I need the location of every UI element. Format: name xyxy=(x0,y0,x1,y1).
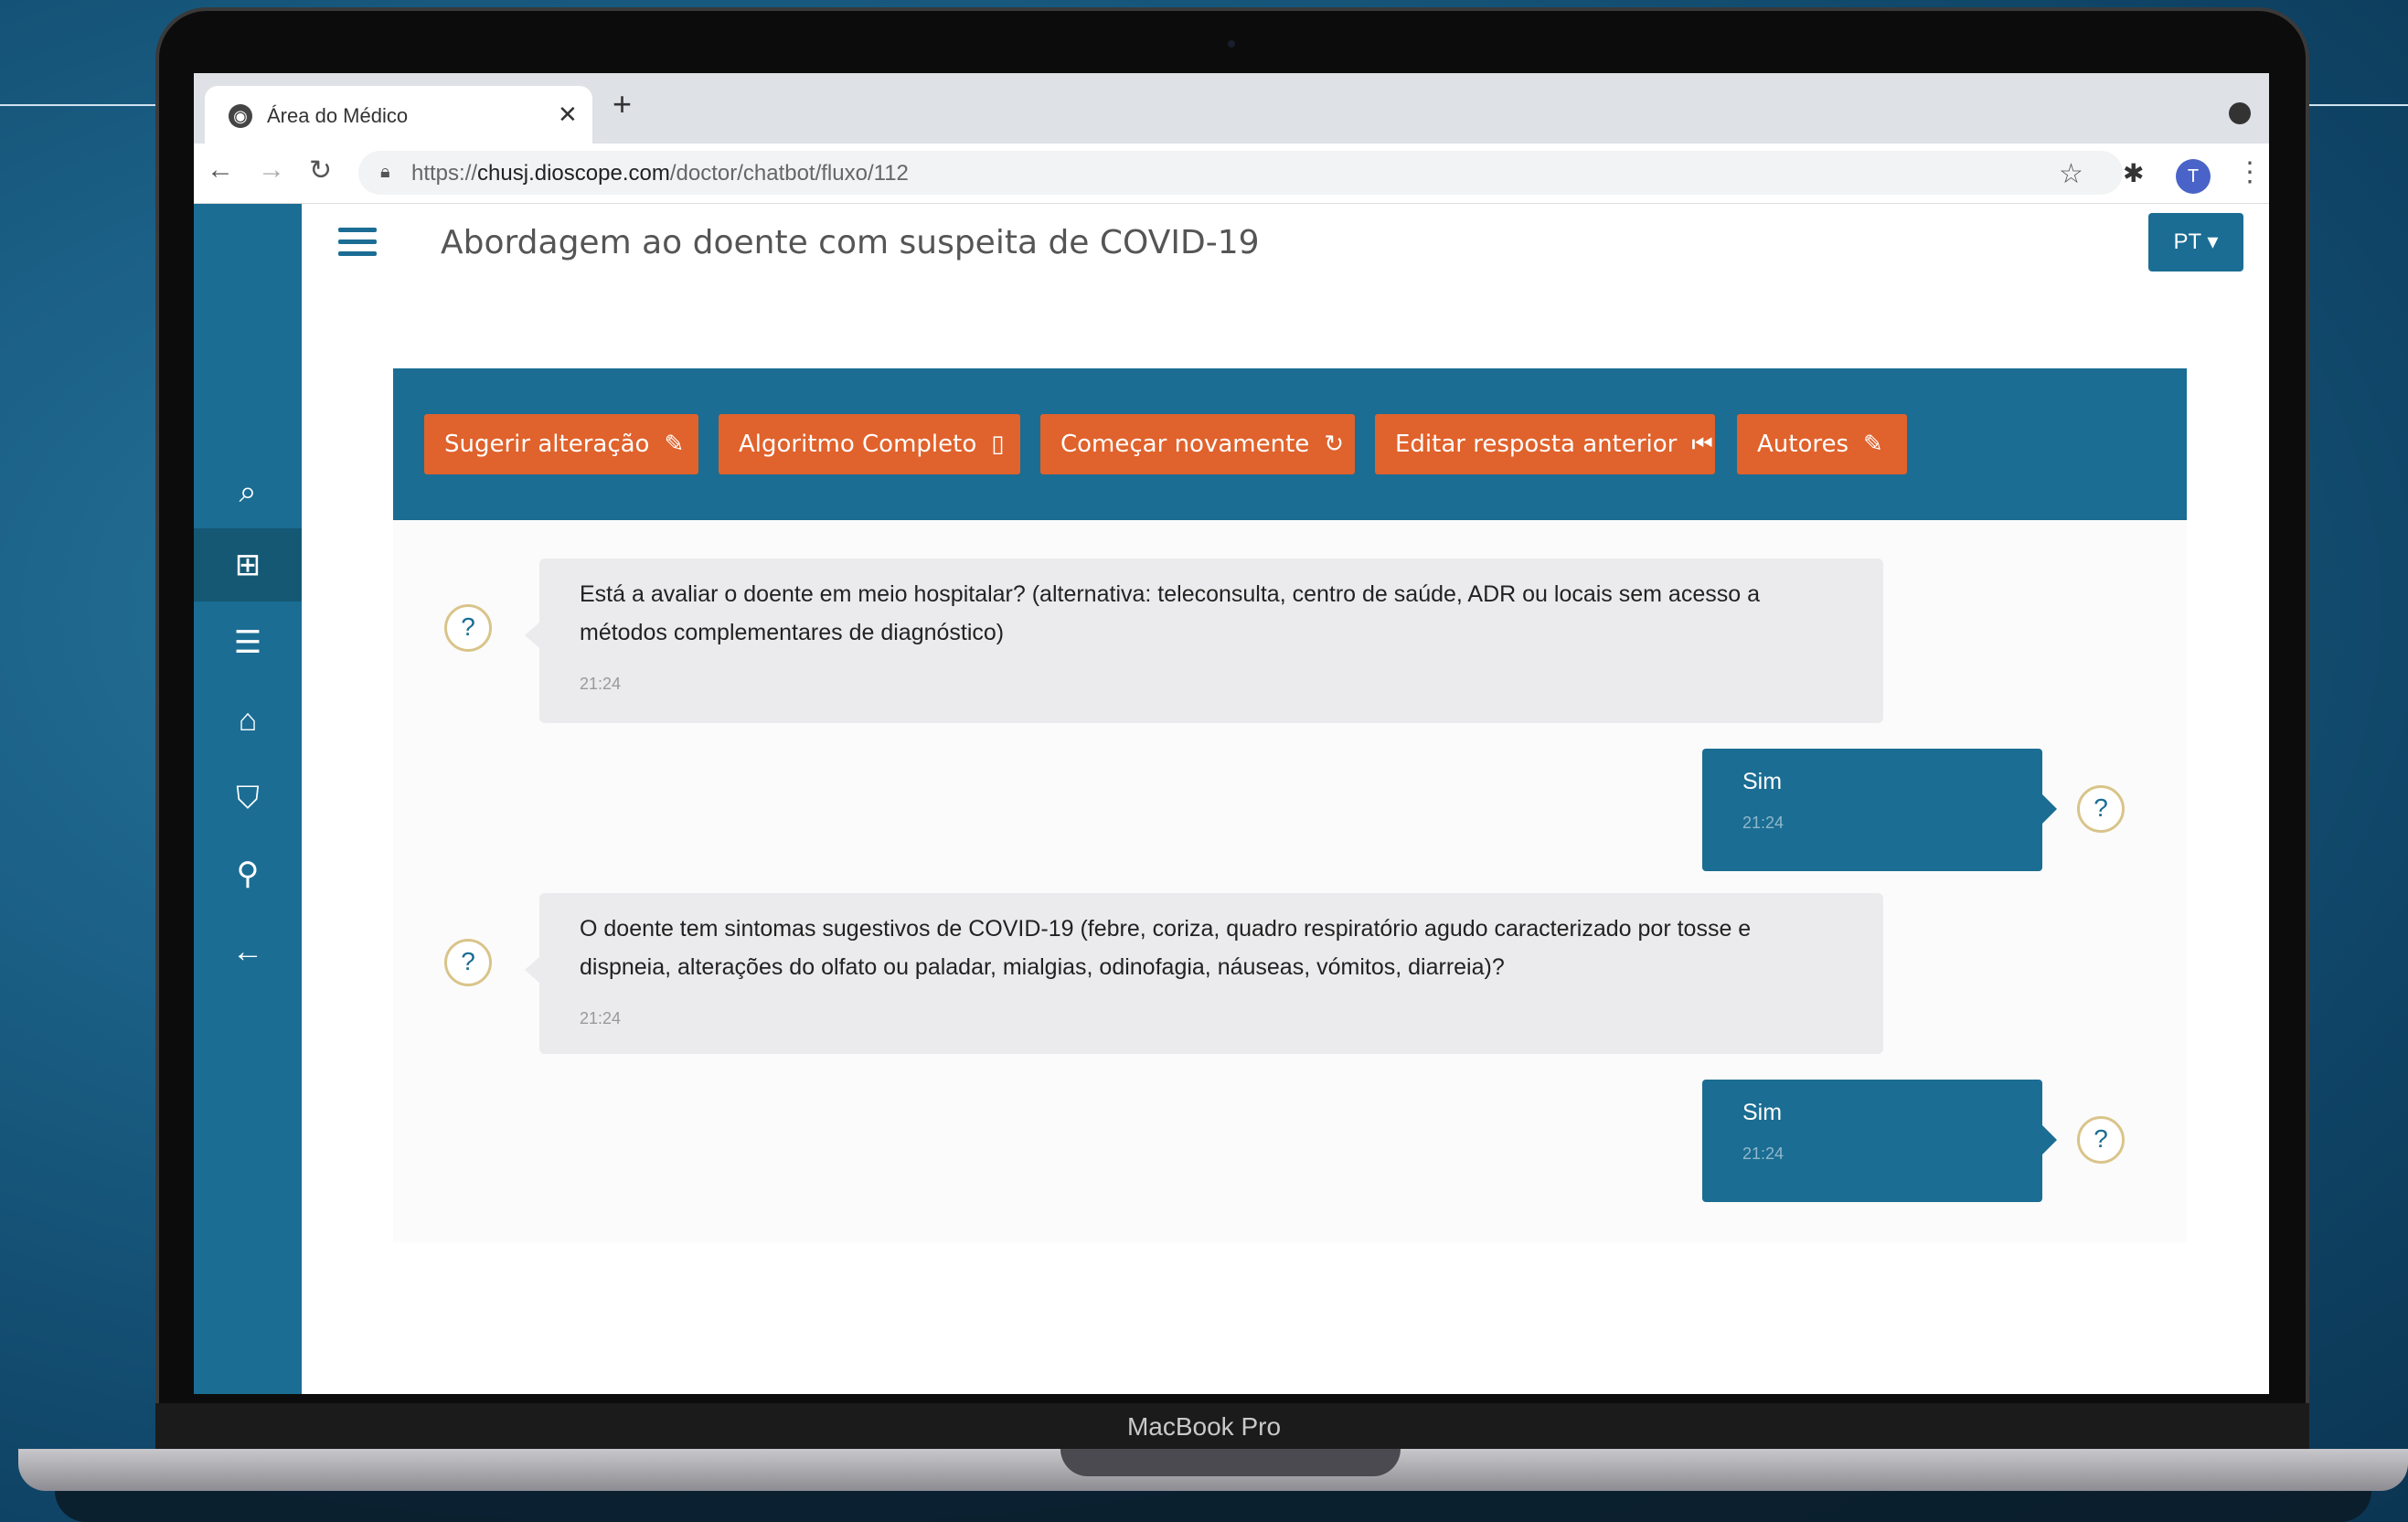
forward-icon[interactable]: → xyxy=(258,154,285,186)
list-icon[interactable]: ☰ xyxy=(194,606,302,679)
bot-message: Está a avaliar o doente em meio hospital… xyxy=(525,559,1883,723)
close-tab-icon[interactable]: ✕ xyxy=(558,101,578,129)
user-message: Sim 21:24 xyxy=(1702,1080,2057,1202)
suggest-change-button[interactable]: Sugerir alteração ✎ xyxy=(424,414,698,474)
profile-avatar[interactable]: T xyxy=(2176,159,2211,194)
full-algorithm-button[interactable]: Algoritmo Completo ▯ xyxy=(719,414,1020,474)
message-text: Está a avaliar o doente em meio hospital… xyxy=(580,581,1760,645)
address-bar[interactable]: 🔒︎ https://chusj.dioscope.com/doctor/cha… xyxy=(358,151,2123,195)
user-message: Sim 21:24 xyxy=(1702,749,2057,871)
redo-icon: ↻ xyxy=(1324,431,1345,458)
bot-avatar-icon: ? xyxy=(444,604,492,652)
authors-label: Autores xyxy=(1757,431,1849,458)
message-time: 21:24 xyxy=(580,675,622,693)
edit-previous-label: Editar resposta anterior xyxy=(1395,431,1678,458)
page-title: Abordagem ao doente com suspeita de COVI… xyxy=(441,224,1260,261)
user-avatar-icon: ? xyxy=(2077,1116,2125,1164)
device-label: MacBook Pro xyxy=(1126,1412,1282,1441)
tab-title: Área do Médico xyxy=(267,104,409,127)
lock-icon: 🔒︎ xyxy=(380,162,390,182)
browser-tab-bar: ◉ Área do Médico ✕ + xyxy=(194,73,2269,144)
sitemap-icon[interactable]: ⊞ xyxy=(194,528,302,601)
message-text: O doente tem sintomas sugestivos de COVI… xyxy=(580,916,1752,980)
laptop-hinge xyxy=(1060,1449,1401,1476)
search-icon[interactable]: ⌕ xyxy=(194,455,302,528)
bot-avatar-icon: ? xyxy=(444,939,492,986)
new-tab-button[interactable]: + xyxy=(613,88,632,121)
restart-button[interactable]: Começar novamente ↻ xyxy=(1040,414,1355,474)
hamburger-menu-icon[interactable] xyxy=(338,228,377,263)
message-time: 21:24 xyxy=(1742,1144,1785,1163)
pdf-file-icon: ▯ xyxy=(991,431,1005,458)
app: ⌕ ⊞ ☰ ⌂ ⛉ ⚲ ← Abordagem ao doente com su… xyxy=(194,204,2269,1394)
message-time: 21:24 xyxy=(1742,814,1785,832)
webcam xyxy=(1228,40,1235,48)
user-avatar-icon: ? xyxy=(2077,785,2125,833)
background-line-left xyxy=(0,104,165,106)
sidebar: ⌕ ⊞ ☰ ⌂ ⛉ ⚲ ← xyxy=(194,204,302,1394)
message-text: Sim xyxy=(1742,769,1783,794)
action-bar: Sugerir alteração ✎ Algoritmo Completo ▯ C… xyxy=(393,368,2187,520)
restart-label: Começar novamente xyxy=(1060,431,1310,458)
browser-menu-icon[interactable]: ⋮ xyxy=(2236,156,2264,188)
bot-message: O doente tem sintomas sugestivos de COVI… xyxy=(525,893,1883,1054)
screen: ◉ Área do Médico ✕ + ← → ↻ 🔒︎ https://ch… xyxy=(194,73,2269,1394)
back-icon[interactable]: ← xyxy=(207,154,234,186)
chrome-options-icon[interactable] xyxy=(2229,102,2251,124)
language-dropdown[interactable]: PT ▾ xyxy=(2148,213,2243,271)
laptop-shadow xyxy=(55,1491,2371,1522)
chat-area: ? Está a avaliar o doente em meio hospit… xyxy=(393,520,2187,1242)
pin-icon[interactable]: ⚲ xyxy=(194,837,302,910)
browser-toolbar: ← → ↻ 🔒︎ https://chusj.dioscope.com/doct… xyxy=(194,144,2269,204)
url-text: https://chusj.dioscope.com/doctor/chatbo… xyxy=(411,161,909,186)
bookmark-star-icon[interactable]: ☆ xyxy=(2059,158,2083,190)
graduation-cap-icon[interactable]: ⛉ xyxy=(194,761,302,835)
edit-square-icon: ✎ xyxy=(664,431,685,458)
globe-icon: ◉ xyxy=(229,104,252,128)
extensions-icon[interactable]: ✱ xyxy=(2123,158,2144,188)
step-backward-icon: ⏮ xyxy=(1691,431,1713,458)
message-time: 21:24 xyxy=(580,1009,622,1027)
full-algorithm-label: Algoritmo Completo xyxy=(739,431,977,458)
authors-button[interactable]: Autores ✎ xyxy=(1737,414,1907,474)
reload-icon[interactable]: ↻ xyxy=(309,154,332,186)
suggest-change-label: Sugerir alteração xyxy=(444,431,650,458)
institution-icon[interactable]: ⌂ xyxy=(194,684,302,757)
pencil-icon: ✎ xyxy=(1863,431,1883,458)
browser-tab[interactable]: ◉ Área do Médico ✕ xyxy=(205,86,592,144)
message-text: Sim xyxy=(1742,1100,1783,1125)
edit-previous-answer-button[interactable]: Editar resposta anterior ⏮ xyxy=(1375,414,1715,474)
arrow-left-icon[interactable]: ← xyxy=(194,915,302,988)
